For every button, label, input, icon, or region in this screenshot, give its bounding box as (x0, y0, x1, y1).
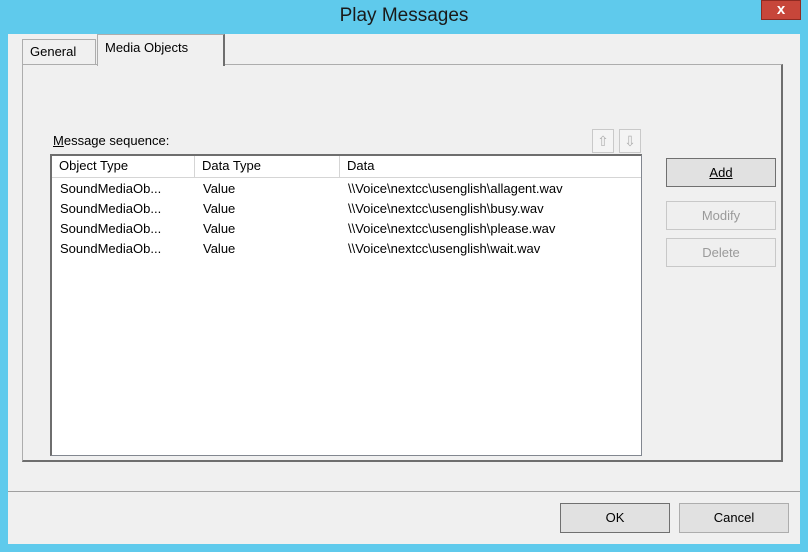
data-cell: \\Voice\nextcc\usenglish\allagent.wav (348, 181, 563, 196)
delete-button[interactable]: Delete (666, 238, 776, 267)
column-header-data[interactable]: Data (340, 156, 641, 177)
object-type-cell: SoundMediaOb... (60, 221, 162, 236)
data-type-cell: Value (203, 241, 236, 256)
table-row[interactable]: SoundMediaOb... Value \\Voice\nextcc\use… (52, 240, 641, 259)
modify-button[interactable]: Modify (666, 201, 776, 230)
list-header: Object Type Data Type Data (52, 156, 641, 178)
message-sequence-label: Message sequence: (53, 133, 170, 148)
data-cell: \\Voice\nextcc\usenglish\please.wav (348, 221, 556, 236)
title-bar[interactable]: Play Messages x (0, 0, 808, 34)
data-type-cell: Value (203, 221, 236, 236)
close-icon: x (776, 1, 786, 18)
footer-separator (8, 491, 800, 492)
move-down-button[interactable]: ⇩ (619, 129, 641, 153)
table-row[interactable]: SoundMediaOb... Value \\Voice\nextcc\use… (52, 200, 641, 219)
object-type-cell: SoundMediaOb... (60, 181, 162, 196)
data-type-cell: Value (203, 181, 236, 196)
object-type-cell: SoundMediaOb... (60, 241, 162, 256)
table-row[interactable]: SoundMediaOb... Value \\Voice\nextcc\use… (52, 220, 641, 239)
tab-general[interactable]: General (22, 39, 96, 65)
table-row[interactable]: SoundMediaOb... Value \\Voice\nextcc\use… (52, 180, 641, 199)
move-up-button[interactable]: ⇧ (592, 129, 614, 153)
data-type-cell: Value (203, 201, 236, 216)
column-header-data-type[interactable]: Data Type (195, 156, 340, 177)
message-sequence-list[interactable]: Object Type Data Type Data SoundMediaOb.… (50, 154, 642, 456)
object-type-cell: SoundMediaOb... (60, 201, 162, 216)
ok-button[interactable]: OK (560, 503, 670, 533)
tab-media-objects[interactable]: Media Objects (97, 34, 225, 66)
move-up-arrow-icon: ⇧ (597, 133, 609, 149)
data-cell: \\Voice\nextcc\usenglish\wait.wav (348, 241, 541, 256)
add-button[interactable]: Add (666, 158, 776, 187)
close-button[interactable]: x (761, 0, 801, 20)
move-down-arrow-icon: ⇩ (624, 133, 636, 149)
data-cell: \\Voice\nextcc\usenglish\busy.wav (348, 201, 544, 216)
window-title: Play Messages (339, 5, 469, 26)
cancel-button[interactable]: Cancel (679, 503, 789, 533)
column-header-object-type[interactable]: Object Type (52, 156, 195, 177)
